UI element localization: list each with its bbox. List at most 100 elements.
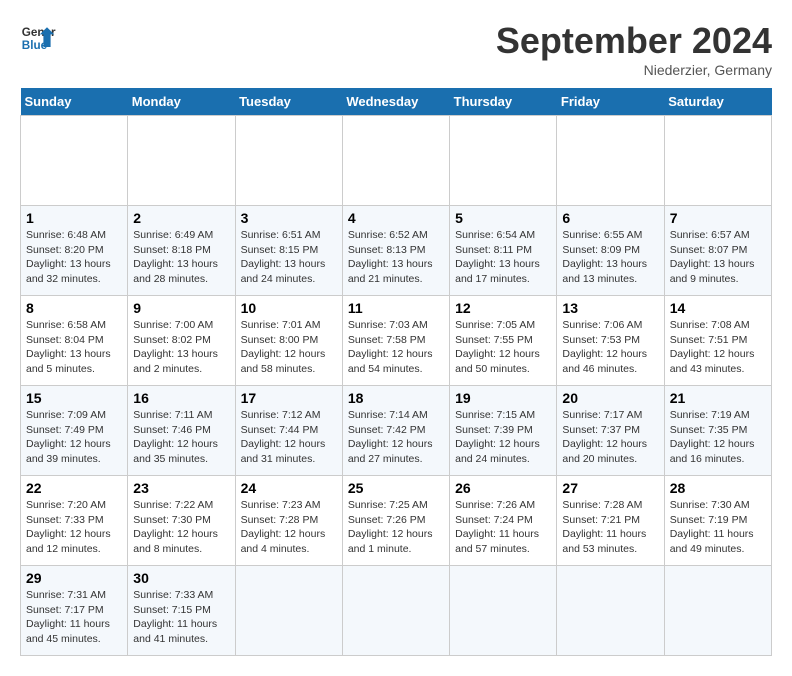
calendar-cell: 18Sunrise: 7:14 AM Sunset: 7:42 PM Dayli… xyxy=(342,386,449,476)
day-info: Sunrise: 6:55 AM Sunset: 8:09 PM Dayligh… xyxy=(562,228,658,287)
col-header-wednesday: Wednesday xyxy=(342,88,449,116)
day-info: Sunrise: 7:20 AM Sunset: 7:33 PM Dayligh… xyxy=(26,498,122,557)
calendar-week-row xyxy=(21,116,772,206)
calendar-cell xyxy=(128,116,235,206)
day-number: 21 xyxy=(670,390,766,406)
day-number: 19 xyxy=(455,390,551,406)
day-info: Sunrise: 7:09 AM Sunset: 7:49 PM Dayligh… xyxy=(26,408,122,467)
day-info: Sunrise: 6:58 AM Sunset: 8:04 PM Dayligh… xyxy=(26,318,122,377)
day-info: Sunrise: 7:19 AM Sunset: 7:35 PM Dayligh… xyxy=(670,408,766,467)
calendar-cell: 15Sunrise: 7:09 AM Sunset: 7:49 PM Dayli… xyxy=(21,386,128,476)
calendar-cell xyxy=(235,566,342,656)
calendar-cell: 23Sunrise: 7:22 AM Sunset: 7:30 PM Dayli… xyxy=(128,476,235,566)
calendar-cell xyxy=(342,566,449,656)
day-number: 11 xyxy=(348,300,444,316)
day-info: Sunrise: 7:11 AM Sunset: 7:46 PM Dayligh… xyxy=(133,408,229,467)
calendar-cell: 8 Sunrise: 6:58 AM Sunset: 8:04 PM Daylig… xyxy=(21,296,128,386)
calendar-week-row: 22 Sunrise: 7:20 AM Sunset: 7:33 PM Dayli… xyxy=(21,476,772,566)
calendar-cell: 3 Sunrise: 6:51 AM Sunset: 8:15 PM Daylig… xyxy=(235,206,342,296)
col-header-saturday: Saturday xyxy=(664,88,771,116)
calendar-cell: 4 Sunrise: 6:52 AM Sunset: 8:13 PM Daylig… xyxy=(342,206,449,296)
day-info: Sunrise: 6:57 AM Sunset: 8:07 PM Dayligh… xyxy=(670,228,766,287)
day-info: Sunrise: 7:22 AM Sunset: 7:30 PM Dayligh… xyxy=(133,498,229,557)
calendar-cell: 12Sunrise: 7:05 AM Sunset: 7:55 PM Dayli… xyxy=(450,296,557,386)
calendar-cell: 30 Sunrise: 7:33 AM Sunset: 7:15 PM Dayli… xyxy=(128,566,235,656)
logo-icon: General Blue xyxy=(20,20,56,56)
calendar-cell: 22 Sunrise: 7:20 AM Sunset: 7:33 PM Dayli… xyxy=(21,476,128,566)
day-number: 30 xyxy=(133,570,229,586)
col-header-monday: Monday xyxy=(128,88,235,116)
day-number: 25 xyxy=(348,480,444,496)
calendar-cell xyxy=(21,116,128,206)
day-number: 17 xyxy=(241,390,337,406)
calendar-cell: 24 Sunrise: 7:23 AM Sunset: 7:28 PM Dayli… xyxy=(235,476,342,566)
calendar-cell: 26Sunrise: 7:26 AM Sunset: 7:24 PM Dayli… xyxy=(450,476,557,566)
calendar-cell: 1 Sunrise: 6:48 AM Sunset: 8:20 PM Daylig… xyxy=(21,206,128,296)
day-info: Sunrise: 7:28 AM Sunset: 7:21 PM Dayligh… xyxy=(562,498,658,557)
day-number: 9 xyxy=(133,300,229,316)
day-info: Sunrise: 7:17 AM Sunset: 7:37 PM Dayligh… xyxy=(562,408,658,467)
header-row: SundayMondayTuesdayWednesdayThursdayFrid… xyxy=(21,88,772,116)
calendar-cell: 17Sunrise: 7:12 AM Sunset: 7:44 PM Dayli… xyxy=(235,386,342,476)
day-number: 6 xyxy=(562,210,658,226)
day-info: Sunrise: 7:30 AM Sunset: 7:19 PM Dayligh… xyxy=(670,498,766,557)
calendar-cell: 7Sunrise: 6:57 AM Sunset: 8:07 PM Daylig… xyxy=(664,206,771,296)
day-number: 3 xyxy=(241,210,337,226)
calendar-cell: 21 Sunrise: 7:19 AM Sunset: 7:35 PM Dayli… xyxy=(664,386,771,476)
day-info: Sunrise: 6:54 AM Sunset: 8:11 PM Dayligh… xyxy=(455,228,551,287)
day-info: Sunrise: 7:31 AM Sunset: 7:17 PM Dayligh… xyxy=(26,588,122,647)
day-number: 16 xyxy=(133,390,229,406)
calendar-cell xyxy=(450,116,557,206)
day-info: Sunrise: 7:33 AM Sunset: 7:15 PM Dayligh… xyxy=(133,588,229,647)
calendar-cell: 11 Sunrise: 7:03 AM Sunset: 7:58 PM Dayli… xyxy=(342,296,449,386)
day-number: 29 xyxy=(26,570,122,586)
location: Niederzier, Germany xyxy=(496,62,772,78)
day-number: 24 xyxy=(241,480,337,496)
day-info: Sunrise: 6:51 AM Sunset: 8:15 PM Dayligh… xyxy=(241,228,337,287)
day-number: 5 xyxy=(455,210,551,226)
calendar-cell xyxy=(235,116,342,206)
day-number: 28 xyxy=(670,480,766,496)
day-info: Sunrise: 7:23 AM Sunset: 7:28 PM Dayligh… xyxy=(241,498,337,557)
calendar-cell: 28 Sunrise: 7:30 AM Sunset: 7:19 PM Dayli… xyxy=(664,476,771,566)
col-header-tuesday: Tuesday xyxy=(235,88,342,116)
page-header: General Blue September 2024 Niederzier, … xyxy=(20,20,772,78)
day-number: 8 xyxy=(26,300,122,316)
day-number: 1 xyxy=(26,210,122,226)
calendar-cell: 25 Sunrise: 7:25 AM Sunset: 7:26 PM Dayli… xyxy=(342,476,449,566)
calendar-cell xyxy=(664,116,771,206)
day-info: Sunrise: 6:52 AM Sunset: 8:13 PM Dayligh… xyxy=(348,228,444,287)
day-info: Sunrise: 7:00 AM Sunset: 8:02 PM Dayligh… xyxy=(133,318,229,377)
day-info: Sunrise: 7:03 AM Sunset: 7:58 PM Dayligh… xyxy=(348,318,444,377)
calendar-cell: 13Sunrise: 7:06 AM Sunset: 7:53 PM Dayli… xyxy=(557,296,664,386)
logo: General Blue xyxy=(20,20,56,56)
month-title: September 2024 xyxy=(496,20,772,62)
calendar-week-row: 29 Sunrise: 7:31 AM Sunset: 7:17 PM Dayli… xyxy=(21,566,772,656)
day-info: Sunrise: 7:15 AM Sunset: 7:39 PM Dayligh… xyxy=(455,408,551,467)
col-header-sunday: Sunday xyxy=(21,88,128,116)
calendar-cell: 10Sunrise: 7:01 AM Sunset: 8:00 PM Dayli… xyxy=(235,296,342,386)
calendar-cell: 2Sunrise: 6:49 AM Sunset: 8:18 PM Daylig… xyxy=(128,206,235,296)
calendar-cell: 27 Sunrise: 7:28 AM Sunset: 7:21 PM Dayli… xyxy=(557,476,664,566)
day-number: 4 xyxy=(348,210,444,226)
calendar-cell: 9 Sunrise: 7:00 AM Sunset: 8:02 PM Daylig… xyxy=(128,296,235,386)
day-info: Sunrise: 7:25 AM Sunset: 7:26 PM Dayligh… xyxy=(348,498,444,557)
day-number: 27 xyxy=(562,480,658,496)
calendar-cell: 19 Sunrise: 7:15 AM Sunset: 7:39 PM Dayli… xyxy=(450,386,557,476)
calendar-cell xyxy=(342,116,449,206)
calendar-cell: 14Sunrise: 7:08 AM Sunset: 7:51 PM Dayli… xyxy=(664,296,771,386)
day-number: 18 xyxy=(348,390,444,406)
day-number: 22 xyxy=(26,480,122,496)
calendar-cell xyxy=(664,566,771,656)
calendar-cell: 29 Sunrise: 7:31 AM Sunset: 7:17 PM Dayli… xyxy=(21,566,128,656)
calendar-cell xyxy=(450,566,557,656)
day-number: 20 xyxy=(562,390,658,406)
day-info: Sunrise: 7:26 AM Sunset: 7:24 PM Dayligh… xyxy=(455,498,551,557)
calendar-table: SundayMondayTuesdayWednesdayThursdayFrid… xyxy=(20,88,772,656)
calendar-cell: 6 Sunrise: 6:55 AM Sunset: 8:09 PM Daylig… xyxy=(557,206,664,296)
col-header-thursday: Thursday xyxy=(450,88,557,116)
calendar-cell xyxy=(557,566,664,656)
calendar-week-row: 1 Sunrise: 6:48 AM Sunset: 8:20 PM Daylig… xyxy=(21,206,772,296)
day-info: Sunrise: 6:48 AM Sunset: 8:20 PM Dayligh… xyxy=(26,228,122,287)
calendar-cell xyxy=(557,116,664,206)
